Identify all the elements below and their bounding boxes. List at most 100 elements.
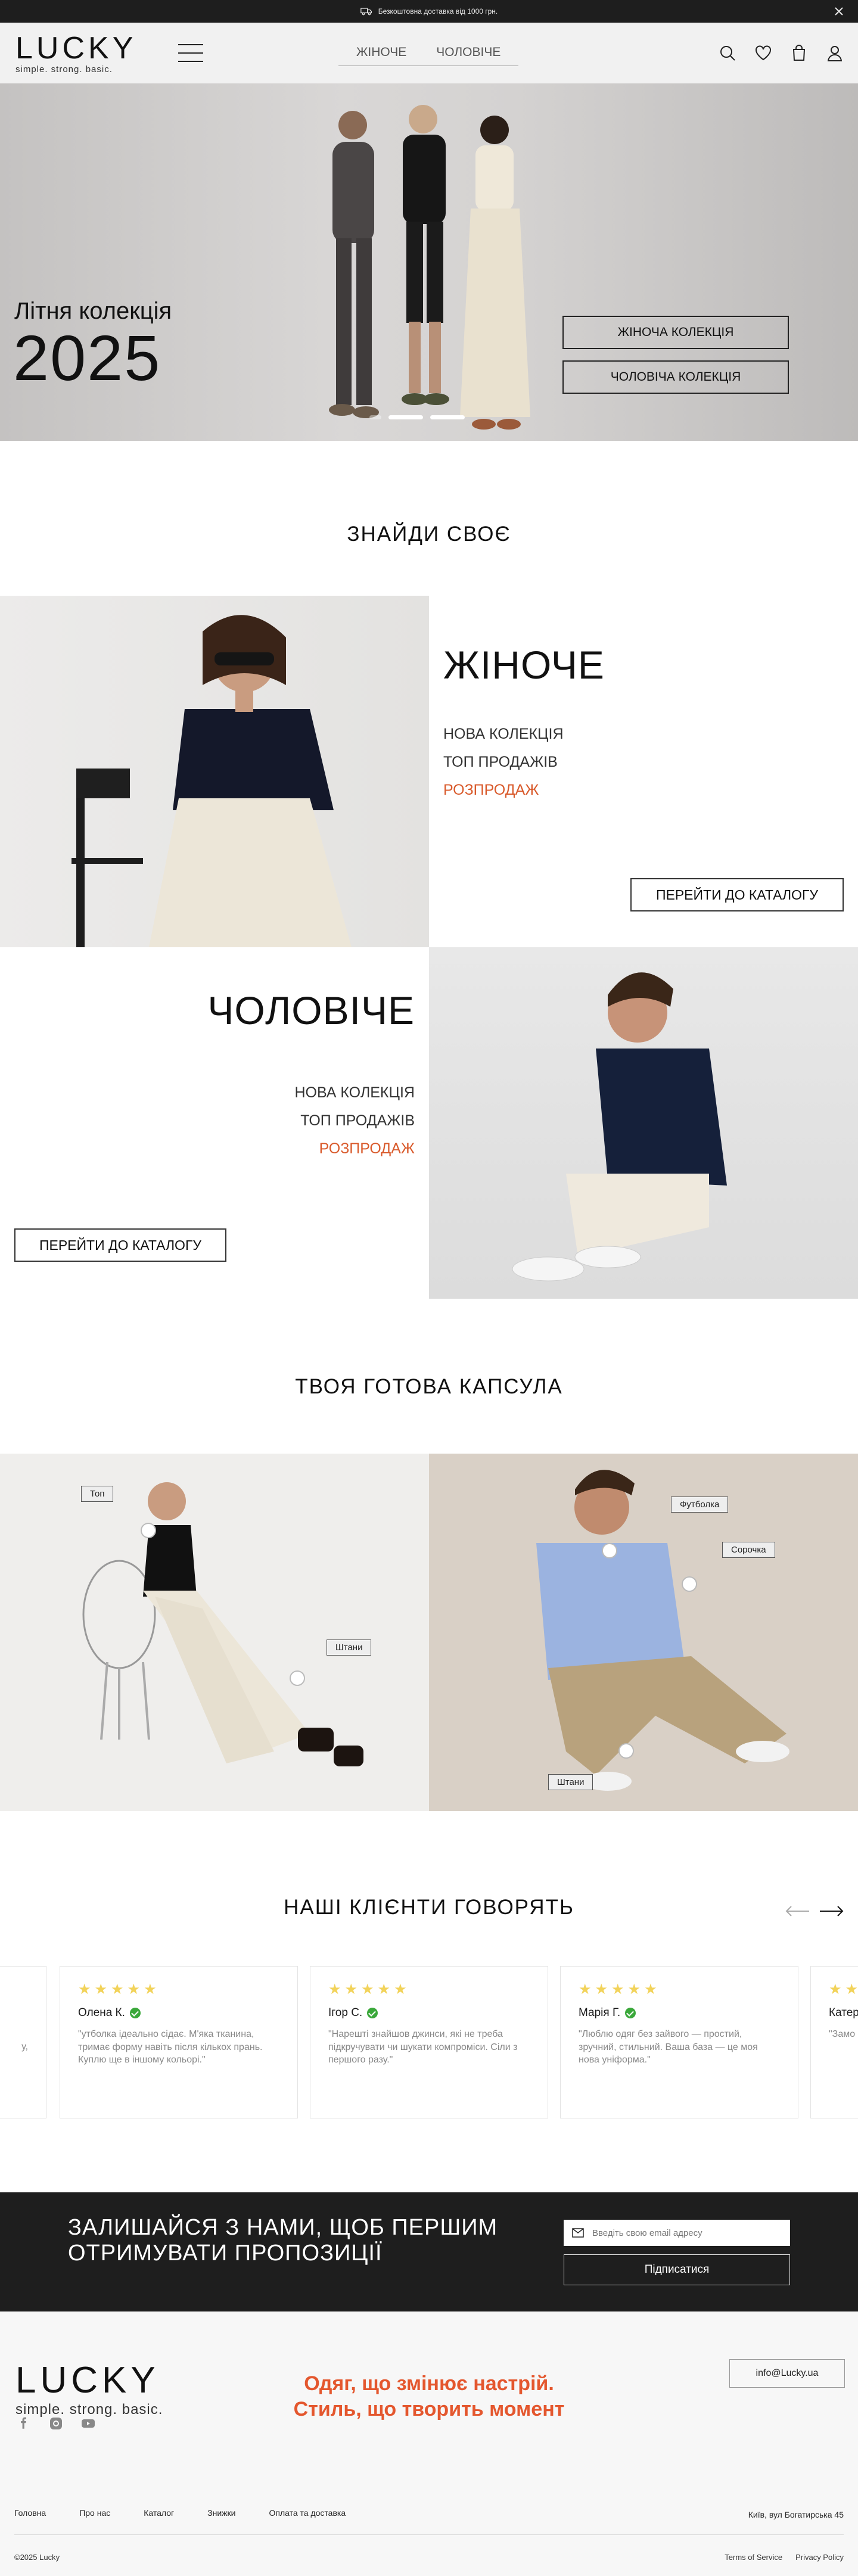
verified-icon [367, 2008, 378, 2018]
men-info: ЧОЛОВІЧЕ НОВА КОЛЕКЦІЯ ТОП ПРОДАЖІВ РОЗП… [0, 947, 429, 1299]
men-new-link[interactable]: НОВА КОЛЕКЦІЯ [294, 1084, 415, 1102]
copyright: ©2025 Lucky [14, 2553, 60, 2562]
legal-links: Terms of Service Privacy Policy [725, 2553, 844, 2562]
women-title: ЖІНОЧЕ [443, 643, 605, 687]
header-icons [719, 44, 844, 62]
review-text: "Замо нескі речі, і [829, 2029, 858, 2039]
capsule-section: ТВОЯ ГОТОВА КАПСУЛА [0, 1299, 858, 1454]
capsule-men-image: Футболка Сорочка Штани [429, 1454, 858, 1811]
slider-dot[interactable] [430, 415, 465, 419]
men-catalog-button[interactable]: ПЕРЕЙТИ ДО КАТАЛОГУ [14, 1228, 226, 1262]
reviews-title: НАШІ КЛІЄНТИ ГОВОРЯТЬ [284, 1896, 574, 1919]
review-partial-text: у, [21, 2042, 28, 2052]
women-new-link[interactable]: НОВА КОЛЕКЦІЯ [443, 726, 564, 743]
men-links: НОВА КОЛЕКЦІЯ ТОП ПРОДАЖІВ РОЗПРОДАЖ [294, 1084, 415, 1158]
men-block: ЧОЛОВІЧЕ НОВА КОЛЕКЦІЯ ТОП ПРОДАЖІВ РОЗП… [0, 947, 858, 1299]
women-image[interactable] [0, 596, 429, 947]
shipping-text: Безкоштовна доставка від 1000 грн. [378, 7, 498, 15]
reviewer-name: Ігор С. [328, 2006, 530, 2020]
hotspot-top[interactable] [141, 1523, 156, 1538]
close-icon[interactable] [833, 5, 845, 17]
hotspot-shirt[interactable] [682, 1576, 697, 1592]
hero-banner: Літня колекція 2025 ЖІНОЧА КОЛЕКЦІЯ ЧОЛО… [0, 83, 858, 441]
email-field-wrapper [564, 2220, 790, 2246]
review-text: "утболка ідеально сідає. М'яка тканина, … [78, 2029, 263, 2065]
capsule-men-model [536, 1470, 789, 1791]
capsule-title: ТВОЯ ГОТОВА КАПСУЛА [295, 1375, 563, 1398]
review-card: ★★★★★ Ігор С. "Нарешті знайшов джинси, я… [310, 1966, 548, 2118]
privacy-link[interactable]: Privacy Policy [795, 2553, 844, 2562]
capsule-women-image: Топ Штани [0, 1454, 429, 1811]
find-section: ЗНАЙДИ СВОЄ [0, 441, 858, 596]
arrow-left-icon[interactable] [784, 1905, 810, 1917]
truck-icon [360, 8, 372, 15]
footer-link-catalog[interactable]: Каталог [144, 2508, 174, 2518]
men-model-image [512, 972, 727, 1281]
reviewer-name: Марія Г. [579, 2006, 780, 2020]
reviewer-name: Олена К. [78, 2006, 279, 2020]
rating-stars: ★★★★★ [78, 1981, 160, 1998]
women-catalog-button[interactable]: ПЕРЕЙТИ ДО КАТАЛОГУ [630, 878, 844, 911]
menu-icon[interactable] [178, 44, 204, 62]
rating-stars: ★★★★★ [328, 1981, 411, 1998]
announcement-bar: Безкоштовна доставка від 1000 грн. [0, 0, 858, 23]
mail-icon [572, 2228, 584, 2238]
verified-icon [129, 2008, 141, 2018]
subscribe-button[interactable]: Підписатися [564, 2254, 790, 2285]
capsule-women-tag-top: Топ [81, 1486, 114, 1502]
footer-address: Київ, вул Богатирська 45 [748, 2510, 844, 2519]
reviews-carousel: у, ★★★★★ Олена К. "утболка ідеально сіда… [0, 1966, 858, 2118]
women-collection-button[interactable]: ЖІНОЧА КОЛЕКЦІЯ [562, 316, 789, 349]
nav-women[interactable]: ЖІНОЧЕ [356, 45, 406, 60]
women-info: ЖІНОЧЕ НОВА КОЛЕКЦІЯ ТОП ПРОДАЖІВ РОЗПРО… [429, 596, 858, 947]
review-card-partial: ★★★★★ Катер "Замо нескі речі, і [810, 1966, 858, 2118]
footer-link-discounts[interactable]: Знижки [207, 2508, 235, 2518]
footer-divider [14, 2534, 844, 2535]
review-card: ★★★★★ Олена К. "утболка ідеально сідає. … [60, 1966, 298, 2118]
email-input[interactable] [592, 2227, 771, 2238]
verified-icon [625, 2008, 636, 2018]
hero-models-image [329, 105, 530, 430]
gender-nav: ЖІНОЧЕ ЧОЛОВІЧЕ [338, 45, 519, 66]
women-links: НОВА КОЛЕКЦІЯ ТОП ПРОДАЖІВ РОЗПРОДАЖ [443, 726, 564, 799]
review-card: ★★★★★ Марія Г. "Люблю одяг без зайвого —… [560, 1966, 798, 2118]
capsule-men-tag-pants: Штани [548, 1774, 593, 1790]
footer-email-link[interactable]: info@Lucky.ua [729, 2359, 845, 2388]
men-sale-link[interactable]: РОЗПРОДАЖ [294, 1140, 415, 1158]
women-top-link[interactable]: ТОП ПРОДАЖІВ [443, 754, 564, 771]
footer-link-home[interactable]: Головна [14, 2508, 46, 2518]
review-card-partial: у, [0, 1966, 46, 2118]
hotspot-men-pants[interactable] [618, 1743, 634, 1759]
men-top-link[interactable]: ТОП ПРОДАЖІВ [294, 1112, 415, 1130]
hotspot-tshirt[interactable] [602, 1543, 617, 1558]
capsule-men-tag-shirt: Сорочка [722, 1542, 775, 1558]
slider-dot[interactable] [388, 415, 423, 419]
men-collection-button[interactable]: ЧОЛОВІЧА КОЛЕКЦІЯ [562, 360, 789, 394]
nav-men[interactable]: ЧОЛОВІЧЕ [436, 45, 500, 60]
capsule-block: Топ Штани Футболка Сорочка Штани [0, 1454, 858, 1811]
footer-link-about[interactable]: Про нас [79, 2508, 110, 2518]
newsletter-section: ЗАЛИШАЙСЯ З НАМИ, ЩОБ ПЕРШИМ ОТРИМУВАТИ … [0, 2192, 858, 2311]
rating-stars: ★★★★★ [579, 1981, 661, 1998]
capsule-women-tag-pants: Штани [327, 1639, 372, 1656]
review-text: "Люблю одяг без зайвого — простий, зручн… [579, 2029, 758, 2065]
terms-link[interactable]: Terms of Service [725, 2553, 782, 2562]
women-model-image [72, 615, 352, 947]
men-image[interactable] [429, 947, 858, 1299]
brand-name: LUCKY [15, 30, 137, 66]
arrow-right-icon[interactable] [819, 1905, 845, 1917]
hotspot-pants[interactable] [290, 1670, 305, 1686]
user-icon[interactable] [826, 44, 844, 62]
search-icon[interactable] [719, 44, 736, 62]
bag-icon[interactable] [790, 44, 808, 62]
site-footer: LUCKY simple. strong. basic. Одяг, що зм… [0, 2311, 858, 2576]
hero-year: 2025 [13, 322, 161, 394]
slider-dot[interactable] [369, 415, 381, 419]
brand-logo[interactable]: LUCKY simple. strong. basic. [15, 33, 136, 74]
newsletter-headline: ЗАЛИШАЙСЯ З НАМИ, ЩОБ ПЕРШИМ ОТРИМУВАТИ … [68, 2215, 498, 2266]
heart-icon[interactable] [754, 44, 772, 62]
women-sale-link[interactable]: РОЗПРОДАЖ [443, 782, 564, 799]
review-text: "Нарешті знайшов джинси, які не треба пі… [328, 2029, 518, 2065]
slogan-line-2: Стиль, що творить момент [293, 2397, 565, 2421]
footer-link-payment[interactable]: Оплата та доставка [269, 2508, 346, 2518]
